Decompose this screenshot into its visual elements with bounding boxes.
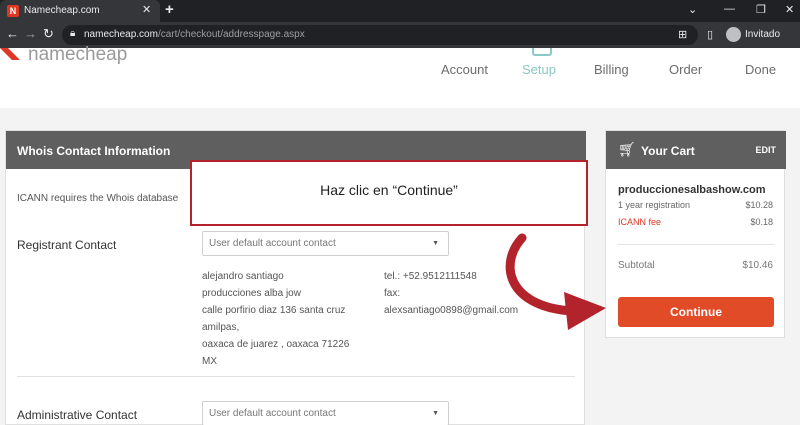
administrative-contact-label: Administrative Contact [17,408,138,422]
registration-price: $10.28 [745,200,773,210]
maximize-icon[interactable]: ❐ [756,3,766,16]
step-account: Account [441,62,488,77]
namecheap-logo-icon[interactable] [0,48,20,60]
continue-button[interactable]: Continue [618,297,774,327]
subtotal-price: $10.46 [742,260,773,271]
address-line: oaxaca de juarez , oaxaca 71226 [202,339,350,350]
registrant-address: alejandro santiago producciones alba jow… [202,268,349,370]
profile-label: Invitado [745,29,781,40]
url-host: namecheap.com [84,29,158,40]
new-tab-icon[interactable]: + [165,1,174,18]
address-line: amilpas, [202,322,240,333]
address-bar[interactable]: 🔒︎ namecheap.com/cart/checkout/addresspa… [62,25,698,45]
registrant-contact-label: Registrant Contact [17,238,117,252]
address-line: alejandro santiago [202,271,284,282]
url-text: namecheap.com/cart/checkout/addresspage.… [84,29,305,40]
administrative-select-value: User default account contact [209,408,336,419]
sidebar-icon[interactable]: ▯ [707,28,713,41]
fax-label: fax: [384,288,401,299]
close-window-icon[interactable]: ✕ [785,3,794,16]
tab-title: Namecheap.com [24,5,100,16]
forward-icon[interactable]: → [24,26,37,41]
step-done: Done [745,62,777,77]
step-setup: Setup [522,62,556,77]
cart-divider [618,244,774,245]
url-path: /cart/checkout/addresspage.aspx [157,29,305,40]
address-line: MX [202,356,217,367]
tab-search-icon[interactable]: ⌄ [688,3,697,16]
back-icon[interactable]: ← [6,26,19,41]
icann-fee-label: ICANN fee [618,217,662,227]
minimize-icon[interactable]: — [724,3,735,15]
registration-label: 1 year registration [618,200,691,210]
address-line: producciones alba jow [202,288,301,299]
section-divider [17,376,575,377]
address-line: calle porfirio diaz 136 santa cruz [202,305,346,316]
namecheap-favicon-icon: N [7,5,19,17]
step-billing: Billing [594,62,629,77]
cart-domain-name: produccionesalbashow.com [618,184,766,196]
browser-tab[interactable]: N Namecheap.com ✕ [0,0,160,22]
subtotal-label: Subtotal [618,260,655,271]
registrant-contact-select[interactable]: User default account contact ▼ [202,231,449,256]
cart-panel: 🛒︎ Your Cart EDIT produccionesalbashow.c… [605,130,786,338]
email-text: alexsantiago0898@gmail.com [384,305,519,316]
phone-text: tel.: +52.9512111548 [384,271,477,282]
cart-edit-link[interactable]: EDIT [755,145,776,155]
shopping-cart-icon: 🛒︎ [618,141,636,157]
close-tab-icon[interactable]: ✕ [142,3,151,16]
callout-text: Haz clic en “Continue” [320,182,458,198]
reload-icon[interactable]: ↻ [43,26,54,42]
instruction-callout: Haz clic en “Continue” [190,160,588,226]
site-header: namecheap Account Setup Billing Order Do… [0,44,800,108]
translate-icon[interactable]: ⊞ [678,28,687,41]
chevron-down-icon: ▼ [432,410,439,417]
administrative-contact-select[interactable]: User default account contact ▼ [202,401,449,425]
logo-text[interactable]: namecheap [28,44,127,66]
step-order: Order [669,62,703,77]
profile-button[interactable]: Invitado [726,27,796,43]
cart-title: Your Cart [641,144,695,158]
whois-title: Whois Contact Information [17,144,171,158]
browser-tab-bar: N Namecheap.com ✕ + ⌄ — ❐ ✕ [0,0,800,22]
registrant-select-value: User default account contact [209,238,336,249]
lock-icon[interactable]: 🔒︎ [70,28,75,39]
guest-avatar-icon [726,27,741,42]
curved-arrow-icon [505,233,606,330]
setup-step-icon [532,48,552,56]
icann-fee-price: $0.18 [750,217,773,227]
registrant-contact-details: tel.: +52.9512111548 fax: alexsantiago08… [384,268,518,319]
cart-panel-header: 🛒︎ Your Cart EDIT [606,131,786,169]
chevron-down-icon: ▼ [432,240,439,247]
icann-notice: ICANN requires the Whois database [17,193,179,204]
